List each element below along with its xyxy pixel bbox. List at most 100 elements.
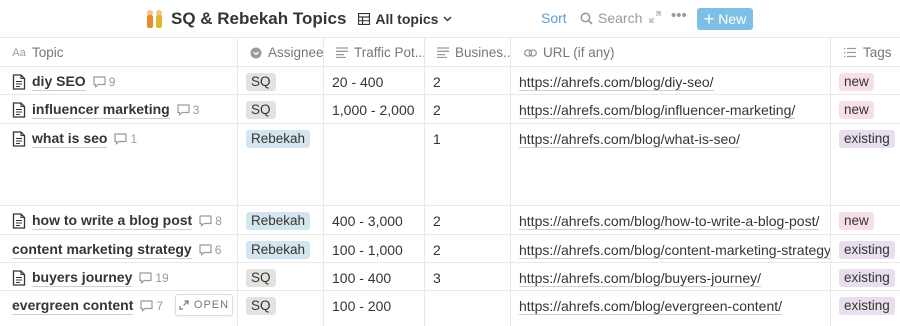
- open-button[interactable]: OPEN: [175, 294, 233, 316]
- assignee-cell[interactable]: Rebekah: [238, 206, 324, 234]
- url-cell[interactable]: https://ahrefs.com/blog/evergreen-conten…: [511, 291, 831, 326]
- table-row[interactable]: influencer marketing 3 SQ 1,000 - 2,000 2 htt…: [0, 95, 900, 124]
- text-icon: Aa: [12, 46, 26, 59]
- comment-count[interactable]: 7: [140, 299, 163, 313]
- comment-count-value: 8: [215, 214, 222, 228]
- tags-cell[interactable]: existing: [831, 291, 900, 326]
- url-cell[interactable]: https://ahrefs.com/blog/content-marketin…: [511, 235, 831, 262]
- tag-pill: new: [839, 73, 874, 91]
- traffic-cell[interactable]: 100 - 1,000: [324, 235, 425, 262]
- business-value: 2: [433, 102, 441, 118]
- url-cell[interactable]: https://ahrefs.com/blog/how-to-write-a-b…: [511, 206, 831, 234]
- business-cell[interactable]: [425, 291, 511, 326]
- tags-cell[interactable]: existing: [831, 235, 900, 262]
- topic-title[interactable]: influencer marketing: [32, 101, 170, 119]
- list-icon: [843, 46, 857, 60]
- url-link[interactable]: https://ahrefs.com/blog/how-to-write-a-b…: [519, 213, 820, 230]
- url-cell[interactable]: https://ahrefs.com/blog/what-is-seo/: [511, 124, 831, 205]
- business-cell[interactable]: 2: [425, 235, 511, 262]
- assignee-cell[interactable]: SQ: [238, 263, 324, 290]
- column-header-tags[interactable]: Tags: [831, 38, 900, 67]
- topic-title[interactable]: diy SEO: [32, 73, 86, 91]
- url-cell[interactable]: https://ahrefs.com/blog/buyers-journey/: [511, 263, 831, 290]
- expand-icon[interactable]: [648, 10, 662, 24]
- traffic-value: 100 - 400: [332, 270, 392, 286]
- table-header: Aa Topic Assignee Traffic Pot... Busines…: [0, 37, 900, 67]
- table-row[interactable]: buyers journey 19 SQ 100 - 400 3 https://ahre…: [0, 263, 900, 291]
- title-area: SQ & Rebekah Topics All topics: [146, 8, 452, 30]
- open-button-label: OPEN: [193, 299, 230, 311]
- business-cell[interactable]: 2: [425, 95, 511, 123]
- tags-cell[interactable]: new: [831, 67, 900, 94]
- column-header-assignee[interactable]: Assignee: [238, 38, 324, 67]
- topic-title[interactable]: content marketing strategy: [12, 241, 192, 259]
- topic-cell[interactable]: content marketing strategy 6: [0, 235, 238, 262]
- traffic-cell[interactable]: 20 - 400: [324, 67, 425, 94]
- topic-title[interactable]: buyers journey: [32, 269, 133, 287]
- table-row[interactable]: content marketing strategy 6 Rebekah 100 - …: [0, 235, 900, 263]
- more-options-icon[interactable]: •••: [671, 7, 687, 24]
- business-cell[interactable]: 2: [425, 67, 511, 94]
- traffic-cell[interactable]: 1,000 - 2,000: [324, 95, 425, 123]
- view-selector[interactable]: All topics: [358, 11, 452, 27]
- page-title[interactable]: SQ & Rebekah Topics: [171, 9, 346, 29]
- assignee-cell[interactable]: SQ: [238, 67, 324, 94]
- url-cell[interactable]: https://ahrefs.com/blog/diy-seo/: [511, 67, 831, 94]
- comment-count[interactable]: 9: [93, 75, 115, 89]
- assignee-cell[interactable]: SQ: [238, 95, 324, 123]
- column-header-business[interactable]: Busines...: [425, 38, 511, 67]
- link-icon: [523, 46, 537, 60]
- url-link[interactable]: https://ahrefs.com/blog/what-is-seo/: [519, 131, 740, 148]
- topic-cell[interactable]: diy SEO 9: [0, 67, 238, 94]
- table-row[interactable]: what is seo 1 Rebekah 1 https://ahrefs.com/b…: [0, 124, 900, 206]
- assignee-cell[interactable]: Rebekah: [238, 124, 324, 205]
- business-cell[interactable]: 3: [425, 263, 511, 290]
- url-link[interactable]: https://ahrefs.com/blog/diy-seo/: [519, 74, 714, 91]
- page-icon: [12, 270, 26, 286]
- url-link[interactable]: https://ahrefs.com/blog/influencer-marke…: [519, 102, 796, 119]
- traffic-cell[interactable]: [324, 124, 425, 205]
- comment-count[interactable]: 3: [177, 103, 199, 117]
- url-link[interactable]: https://ahrefs.com/blog/evergreen-conten…: [519, 298, 783, 315]
- tags-cell[interactable]: new: [831, 206, 900, 234]
- comment-count[interactable]: 19: [139, 271, 169, 285]
- comment-count[interactable]: 1: [114, 132, 137, 146]
- select-icon: [250, 46, 262, 60]
- table-row[interactable]: evergreen content 7 OPEN SQ 100 - 200 https:/…: [0, 291, 900, 326]
- column-header-topic[interactable]: Aa Topic: [0, 38, 238, 67]
- plus-icon: +: [703, 9, 715, 29]
- url-link[interactable]: https://ahrefs.com/blog/content-marketin…: [519, 242, 830, 259]
- topic-title[interactable]: what is seo: [32, 130, 108, 148]
- topic-title[interactable]: how to write a blog post: [32, 212, 193, 230]
- page-icon: [12, 131, 26, 147]
- traffic-cell[interactable]: 100 - 200: [324, 291, 425, 326]
- tags-cell[interactable]: existing: [831, 124, 900, 205]
- topic-cell[interactable]: what is seo 1: [0, 124, 238, 205]
- url-cell[interactable]: https://ahrefs.com/blog/influencer-marke…: [511, 95, 831, 123]
- column-header-url[interactable]: URL (if any): [511, 38, 831, 67]
- topic-cell[interactable]: influencer marketing 3: [0, 95, 238, 123]
- traffic-cell[interactable]: 100 - 400: [324, 263, 425, 290]
- new-button[interactable]: + New: [697, 8, 753, 30]
- comment-count[interactable]: 6: [199, 243, 221, 257]
- tags-cell[interactable]: new: [831, 95, 900, 123]
- comment-icon: [139, 272, 152, 284]
- search-button[interactable]: Search: [580, 10, 642, 26]
- business-cell[interactable]: 2: [425, 206, 511, 234]
- traffic-cell[interactable]: 400 - 3,000: [324, 206, 425, 234]
- table-row[interactable]: diy SEO 9 SQ 20 - 400 2 https://ahrefs.com/bl…: [0, 67, 900, 95]
- sort-button[interactable]: Sort: [541, 10, 567, 26]
- assignee-cell[interactable]: SQ: [238, 291, 324, 326]
- business-cell[interactable]: 1: [425, 124, 511, 205]
- table-row[interactable]: how to write a blog post 8 Rebekah 400 - 3,…: [0, 206, 900, 235]
- url-link[interactable]: https://ahrefs.com/blog/buyers-journey/: [519, 270, 762, 287]
- column-header-traffic[interactable]: Traffic Pot...: [324, 38, 425, 67]
- topic-cell[interactable]: evergreen content 7 OPEN: [0, 291, 238, 326]
- comment-count-value: 1: [130, 132, 138, 146]
- comment-count[interactable]: 8: [199, 214, 222, 228]
- assignee-cell[interactable]: Rebekah: [238, 235, 324, 262]
- tags-cell[interactable]: existing: [831, 263, 900, 290]
- topic-cell[interactable]: buyers journey 19: [0, 263, 238, 290]
- topic-title[interactable]: evergreen content: [12, 297, 134, 315]
- topic-cell[interactable]: how to write a blog post 8: [0, 206, 238, 234]
